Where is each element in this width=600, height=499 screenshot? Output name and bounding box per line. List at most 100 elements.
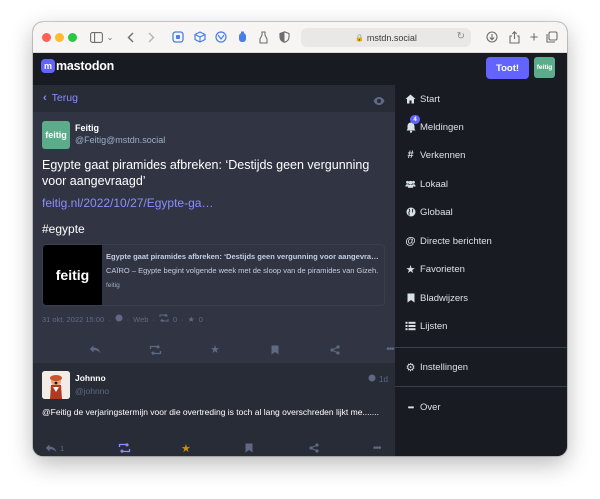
- back-button[interactable]: ‹ Terug: [43, 92, 78, 104]
- status-hashtag[interactable]: #egypte: [42, 222, 85, 236]
- star-icon: ★: [181, 442, 191, 455]
- link-preview-card[interactable]: feitig Egypte gaat piramides afbreken: ‘…: [42, 244, 385, 306]
- tab-overview-icon[interactable]: [545, 29, 559, 45]
- ellipsis-icon: •••: [373, 442, 381, 454]
- nav-label: Over: [420, 401, 441, 413]
- meta-separator: ·: [152, 314, 155, 324]
- extension-2-icon[interactable]: [193, 29, 207, 45]
- mastodon-logo[interactable]: m mastodon: [41, 59, 114, 73]
- reply-button[interactable]: [85, 336, 105, 363]
- extension-1-icon[interactable]: [171, 29, 185, 45]
- extension-3-icon[interactable]: [214, 29, 228, 45]
- account-handle[interactable]: @Feitig@mstdn.social: [75, 135, 165, 145]
- notification-badge: 4: [410, 115, 420, 124]
- close-window-button[interactable]: [42, 33, 51, 42]
- card-description: CAÏRO – Egypte begint volgende week met …: [106, 266, 379, 275]
- share-button[interactable]: [325, 336, 345, 363]
- boost-count[interactable]: 0: [173, 315, 177, 324]
- nav-item-lijsten[interactable]: Lijsten: [395, 312, 567, 340]
- reply-status[interactable]: Johnno @johnno 1d @Feitig de verjaringst…: [33, 363, 395, 456]
- mastodon-header: m mastodon Toot! feitig: [33, 53, 567, 85]
- nav-label: Bladwijzers: [420, 292, 469, 304]
- at-icon: @: [405, 235, 416, 247]
- back-label: Terug: [51, 92, 78, 104]
- globe-icon: [405, 207, 416, 218]
- favourite-count[interactable]: 0: [199, 315, 203, 324]
- nav-label: Directe berichten: [420, 235, 492, 247]
- nav-item-bladwijzers[interactable]: Bladwijzers: [395, 284, 567, 312]
- toot-button[interactable]: Toot!: [486, 57, 529, 79]
- card-thumbnail: feitig: [43, 245, 102, 305]
- nav-item-lokaal[interactable]: Lokaal: [395, 170, 567, 198]
- reply-more-button[interactable]: •••: [373, 440, 381, 456]
- logo-text: mastodon: [56, 59, 115, 73]
- nav-item-verkennen[interactable]: # Verkennen: [395, 141, 567, 169]
- chevron-down-icon[interactable]: ⌄: [106, 29, 114, 45]
- eye-icon[interactable]: [373, 93, 385, 105]
- nav-label: Verkennen: [420, 149, 466, 161]
- reply-time[interactable]: 1d: [368, 374, 388, 384]
- nav-item-instellingen[interactable]: ⚙ Instellingen: [395, 353, 567, 381]
- reply-handle[interactable]: @johnno: [75, 386, 109, 396]
- favourite-button[interactable]: ★: [205, 336, 225, 363]
- nav-item-meldingen[interactable]: 4 Meldingen: [395, 113, 567, 141]
- address-bar-url: mstdn.social: [366, 32, 417, 43]
- forward-arrow-icon[interactable]: [146, 29, 156, 45]
- minimize-window-button[interactable]: [55, 33, 64, 42]
- reply-bookmark-button[interactable]: [245, 440, 253, 456]
- status-meta: 31 okt. 2022 15:00 · · Web · 0 · ★ 0: [42, 313, 203, 324]
- zoom-window-button[interactable]: [68, 33, 77, 42]
- download-icon[interactable]: [485, 29, 499, 45]
- nav-label: Meldingen: [420, 121, 464, 133]
- extension-5-icon[interactable]: [257, 29, 269, 45]
- reply-avatar[interactable]: [42, 371, 70, 399]
- back-arrow-icon[interactable]: [125, 29, 135, 45]
- nav-item-over[interactable]: ••• Over: [395, 393, 567, 421]
- ellipsis-icon: •••: [386, 344, 394, 355]
- status-content: Egypte gaat piramides afbreken: ‘Destijd…: [42, 158, 370, 188]
- nav-label: Instellingen: [420, 361, 469, 373]
- boost-count-icon: [159, 313, 169, 324]
- nav-item-globaal[interactable]: Globaal: [395, 198, 567, 226]
- chevron-left-icon: ‹: [43, 92, 47, 104]
- meta-separator: ·: [126, 314, 130, 324]
- reply-favourite-button[interactable]: ★: [181, 440, 191, 456]
- bookmark-icon: [405, 293, 416, 304]
- new-tab-icon[interactable]: +: [527, 29, 541, 46]
- address-bar[interactable]: 🔒 mstdn.social ↻: [301, 28, 471, 47]
- status-link[interactable]: feitig.nl/2022/10/27/Egypte-ga…: [42, 196, 213, 210]
- user-avatar[interactable]: feitig: [534, 57, 555, 78]
- nav-label: Lokaal: [420, 178, 448, 190]
- nav-divider: [395, 347, 567, 348]
- main-column: ‹ Terug feitig Feitig @Feitig@mstdn.soci…: [33, 85, 395, 456]
- reply-display-name[interactable]: Johnno: [75, 373, 106, 383]
- list-icon: [405, 321, 416, 332]
- status-date[interactable]: 31 okt. 2022 15:00: [42, 315, 104, 324]
- gear-icon: ⚙: [405, 361, 416, 374]
- browser-window: ⌄ 🔒 mstdn.social ↻ + m mastodon Toot! fe…: [33, 22, 567, 456]
- display-name[interactable]: Feitig: [75, 123, 99, 133]
- nav-item-directe-berichten[interactable]: @ Directe berichten: [395, 227, 567, 255]
- reply-share-button[interactable]: [309, 440, 319, 456]
- nav-item-favorieten[interactable]: ★ Favorieten: [395, 255, 567, 283]
- nav-item-start[interactable]: Start: [395, 85, 567, 113]
- reply-reply-button[interactable]: 1: [45, 440, 64, 456]
- bookmark-button[interactable]: [265, 336, 285, 363]
- nav-label: Start: [420, 93, 441, 105]
- privacy-shield-icon[interactable]: [278, 29, 290, 45]
- globe-icon: [368, 374, 376, 384]
- reply-boost-button[interactable]: [118, 440, 131, 456]
- nav-label: Globaal: [420, 206, 453, 218]
- more-button[interactable]: •••: [385, 336, 395, 363]
- visibility-globe-icon: [115, 314, 123, 324]
- account-avatar[interactable]: feitig: [42, 121, 70, 149]
- sidebar-toggle-icon[interactable]: [89, 29, 103, 45]
- home-icon: [405, 94, 416, 105]
- card-title: Egypte gaat piramides afbreken: ‘Destijd…: [106, 252, 382, 261]
- share-icon[interactable]: [507, 29, 521, 45]
- ellipsis-icon: •••: [407, 402, 414, 412]
- detailed-status: feitig Feitig @Feitig@mstdn.social Egypt…: [33, 112, 395, 363]
- boost-button[interactable]: [145, 336, 165, 363]
- reload-icon[interactable]: ↻: [457, 31, 465, 42]
- extension-4-icon[interactable]: [236, 29, 248, 45]
